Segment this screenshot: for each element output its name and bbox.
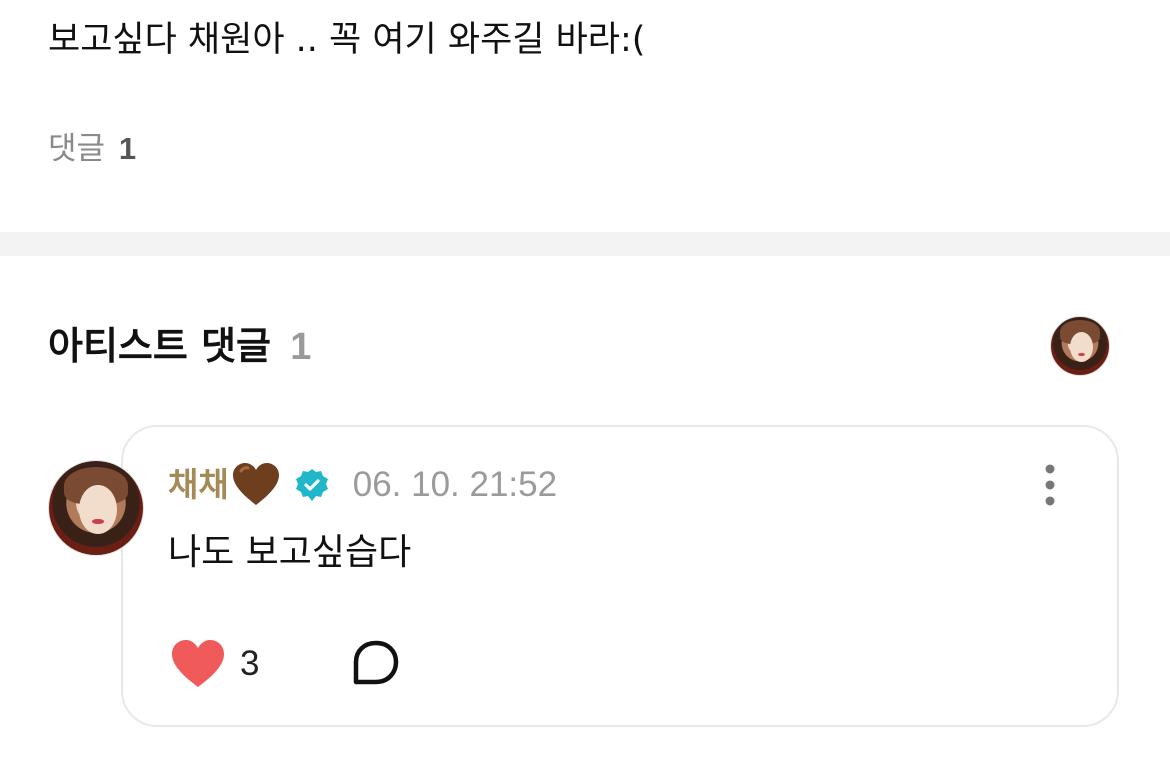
artist-comments-title: 아티스트 댓글 <box>48 324 271 368</box>
comment-author-name[interactable]: 채채 <box>168 462 229 508</box>
post-text: 보고싶다 채원아 .. 꼭 여기 와주길 바라:( <box>48 20 646 60</box>
heart-icon <box>172 640 224 687</box>
comment-count-number: 1 <box>118 131 137 166</box>
avatar-lips <box>1077 352 1085 356</box>
brown-heart-icon <box>231 462 281 508</box>
avatar-face <box>79 485 117 535</box>
speech-bubble-icon <box>353 640 399 685</box>
comment-timestamp: 06. 10. 21:52 <box>352 465 558 504</box>
reply-button[interactable] <box>348 638 404 690</box>
avatar-face <box>1069 332 1093 363</box>
avatar-lips <box>92 519 104 524</box>
more-vertical-icon <box>1045 464 1055 506</box>
artist-comments-count: 1 <box>290 326 312 368</box>
comment-author-avatar[interactable] <box>48 460 144 556</box>
artist-comments-heading: 아티스트 댓글 1 <box>48 320 311 373</box>
like-count: 3 <box>240 644 260 683</box>
comment-author-row: 채채 06. 10. 21:52 <box>168 462 557 508</box>
verified-badge-icon <box>295 468 329 502</box>
artist-avatar-small[interactable] <box>1050 316 1110 376</box>
comment-count-label: 댓글 <box>48 131 106 167</box>
like-button[interactable]: 3 <box>170 638 259 690</box>
more-options-button[interactable] <box>1034 464 1066 506</box>
comment-count[interactable]: 댓글 1 <box>48 128 136 170</box>
section-divider <box>0 232 1170 256</box>
comment-text: 나도 보고싶습다 <box>168 532 412 573</box>
